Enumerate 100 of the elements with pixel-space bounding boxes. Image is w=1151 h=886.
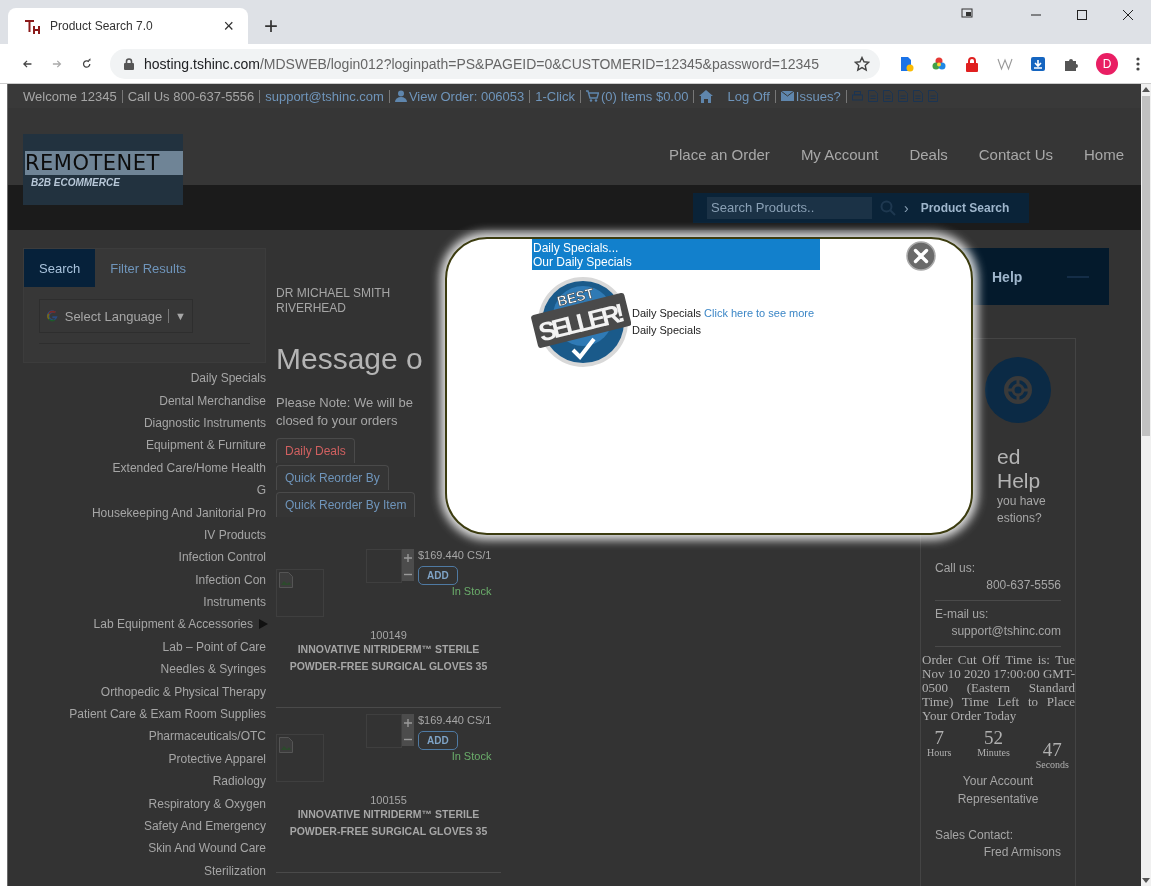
nav-link[interactable]: Deals — [909, 146, 948, 163]
add-button[interactable]: ADD — [418, 566, 458, 585]
menu-icon[interactable] — [1135, 55, 1141, 72]
category-link[interactable]: Radiology — [212, 774, 266, 789]
countdown-value: 47 — [1042, 741, 1062, 759]
panel-tab[interactable]: Filter Results — [95, 249, 202, 287]
product-name[interactable]: INNOVATIVE NITRIDERM™ STERILE POWDER-FREE SURGICAL GLOVES 35 — [276, 641, 501, 675]
scroll-thumb[interactable] — [1142, 96, 1150, 436]
category-link[interactable]: G — [256, 483, 266, 498]
product-name[interactable]: INNOVATIVE NITRIDERM™ STERILE POWDER-FREE SURGICAL GLOVES 35 — [276, 806, 501, 840]
lock-icon — [124, 57, 134, 70]
lock-icon[interactable] — [964, 55, 980, 72]
category-link[interactable]: Sterilization — [203, 863, 266, 878]
broken-image-icon — [279, 737, 293, 753]
chevron-text: › — [904, 199, 909, 216]
minus-icon[interactable] — [404, 737, 412, 741]
category-link[interactable]: Respiratory & Oxygen — [148, 796, 266, 811]
top-bar-text: Welcome 12345 — [23, 88, 117, 104]
new-tab-button[interactable]: + — [258, 12, 284, 40]
color-wheel-icon[interactable] — [931, 55, 947, 72]
cast-icon[interactable] — [961, 8, 973, 20]
help-question-text: estions? — [996, 510, 1043, 527]
star-icon[interactable] — [854, 55, 870, 72]
category-link[interactable]: Infection Control — [178, 550, 266, 565]
category-link[interactable]: Orthopedic & Physical Therapy — [100, 684, 266, 699]
price-text: $169.440 CS/1 — [418, 549, 492, 561]
category-link[interactable]: Skin And Wound Care — [148, 841, 266, 856]
logo[interactable]: REMOTENET B2B ECOMMERCE — [23, 134, 183, 205]
representative-title: Your Account Representative — [956, 773, 1040, 808]
language-select[interactable]: Select Language ▼ — [39, 299, 193, 333]
minus-icon[interactable] — [404, 572, 412, 576]
deals-tab[interactable]: Quick Reorder By — [276, 465, 389, 490]
top-bar-link[interactable]: View Order: 006053 — [408, 88, 525, 104]
countdown-value: 52 — [984, 729, 1004, 747]
countdown-unit: Seconds — [1035, 759, 1069, 770]
nav-link[interactable]: Home — [1084, 146, 1124, 163]
address-field[interactable]: hosting.tshinc.com/MDSWEB/login012?loginpath=PS&PAGEID=0&CUSTOMERID=12345&password=12345 — [110, 48, 880, 79]
quantity-stepper[interactable] — [402, 714, 414, 746]
category-link[interactable]: Lab Equipment & Accessories — [93, 617, 253, 632]
popup-header-text: Daily Specials... — [532, 240, 620, 255]
sales-label: Sales Contact: — [935, 828, 1015, 842]
close-icon[interactable] — [906, 241, 936, 271]
plus-icon[interactable] — [404, 554, 412, 563]
tab-close-button[interactable]: × — [219, 15, 238, 37]
see-more-link[interactable]: Click here to see more — [704, 305, 815, 322]
top-bar-link[interactable]: 1-Click — [535, 88, 575, 104]
download-icon[interactable] — [1030, 55, 1046, 72]
deals-tab[interactable]: Daily Deals — [276, 438, 355, 463]
top-bar-link[interactable]: Log Off — [727, 88, 770, 104]
popup-text: Daily Specials — [632, 323, 703, 338]
category-link[interactable]: IV Products — [203, 527, 266, 542]
category-link[interactable]: Lab – Point of Care — [162, 639, 266, 654]
search-field[interactable]: Search Products.. — [707, 196, 872, 219]
call-label: Call us: — [935, 561, 976, 575]
scroll-down-icon[interactable] — [1142, 878, 1150, 884]
quantity-stepper[interactable] — [402, 549, 414, 581]
quantity-field[interactable] — [366, 549, 402, 583]
home-icon — [699, 89, 714, 103]
deals-tab[interactable]: Quick Reorder By Item — [276, 492, 416, 517]
product-search-button[interactable]: Product Search — [916, 200, 1014, 215]
category-link[interactable]: Daily Specials — [190, 371, 266, 386]
nav-link[interactable]: My Account — [800, 146, 879, 163]
countdown-unit: Minutes — [977, 747, 1010, 758]
category-link[interactable]: Patient Care & Exam Room Supplies — [69, 707, 266, 722]
category-link[interactable]: Infection Con — [195, 572, 266, 587]
category-link[interactable]: Protective Apparel — [168, 751, 266, 766]
quantity-field[interactable] — [366, 714, 402, 748]
countdown-unit: Hours — [927, 747, 952, 758]
top-bar-text: Call Us 800-637-5556 — [127, 88, 255, 104]
document-icon[interactable] — [898, 55, 914, 72]
category-link[interactable]: Needles & Syringes — [160, 662, 266, 677]
scroll-up-icon[interactable] — [1142, 86, 1150, 92]
top-bar-link[interactable]: support@tshinc.com — [265, 88, 384, 104]
plus-icon[interactable] — [404, 719, 412, 728]
add-button[interactable]: ADD — [418, 731, 458, 750]
help-title: Help — [992, 268, 1023, 285]
broken-image-icon — [279, 572, 293, 588]
top-bar-link[interactable]: (0) Items $0.00 — [601, 88, 689, 104]
nav-link[interactable]: Place an Order — [669, 146, 770, 163]
top-bar-link[interactable]: Issues? — [795, 88, 841, 104]
message-heading: Message o — [276, 342, 424, 376]
panel-tab[interactable]: Search — [24, 249, 96, 287]
category-link[interactable]: Safety And Emergency — [143, 819, 266, 833]
stock-status: In Stock — [451, 585, 492, 597]
nav-link[interactable]: Contact Us — [978, 146, 1053, 163]
lifebuoy-icon — [985, 357, 1051, 423]
profile-avatar[interactable]: D — [1096, 52, 1118, 75]
category-link[interactable]: Dental Merchandise — [159, 393, 266, 408]
category-link[interactable]: Diagnostic Instruments — [143, 415, 266, 430]
phone-number: 800-637-5556 — [985, 578, 1061, 592]
category-link[interactable]: Equipment & Furniture — [145, 438, 266, 453]
popup-header-text: Our Daily Specials — [532, 254, 633, 269]
category-link[interactable]: Instruments — [203, 595, 266, 610]
category-link[interactable]: Housekeeping And Janitorial Pro — [91, 505, 266, 520]
stock-status: In Stock — [451, 750, 492, 762]
category-link[interactable]: Extended Care/Home Health — [112, 460, 266, 475]
item-number: 100149 — [369, 629, 408, 641]
browser-tab[interactable]: Product Search 7.0 × — [8, 8, 248, 44]
category-link[interactable]: Pharmaceuticals/OTC — [148, 729, 266, 744]
scrollbar[interactable] — [1141, 84, 1151, 886]
